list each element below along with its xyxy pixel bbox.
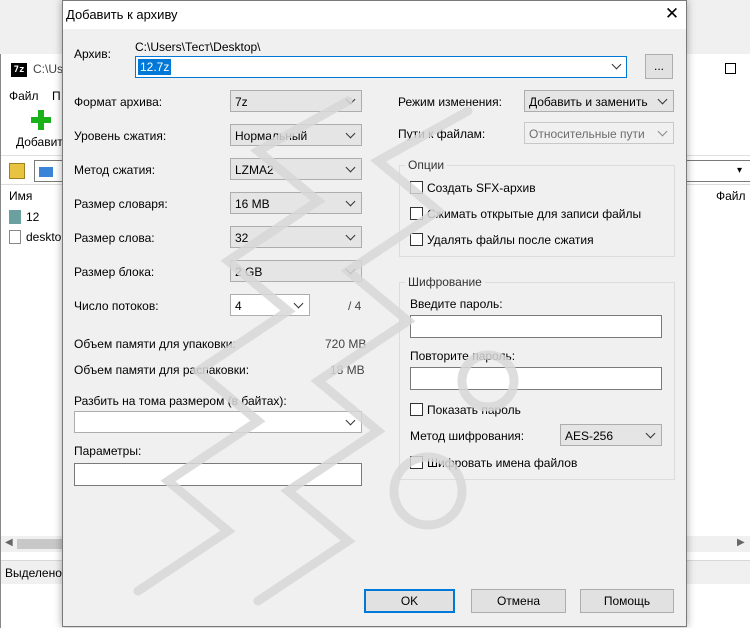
repeat-password-label: Повторите пароль:	[410, 349, 516, 363]
password-input[interactable]	[410, 315, 662, 338]
dialog-title-bar: Добавить к архиву ✕	[63, 1, 686, 29]
archive-path: C:\Users\Тест\Desktop\	[135, 40, 261, 54]
chevron-down-icon	[345, 197, 357, 209]
address-field[interactable]	[34, 160, 64, 182]
compression-level-select[interactable]: Нормальный	[230, 124, 362, 146]
chevron-down-icon	[345, 231, 357, 243]
chevron-down-icon	[657, 127, 669, 139]
dictionary-size-label: Размер словаря:	[74, 197, 168, 211]
scrollbar-thumb[interactable]	[17, 539, 63, 549]
split-volumes-label: Разбить на тома размером (в байтах):	[74, 394, 287, 408]
encrypt-names-checkbox[interactable]	[410, 456, 423, 469]
add-to-archive-dialog: Добавить к архиву ✕ Архив: C:\Users\Тест…	[62, 0, 687, 627]
compression-method-label: Метод сжатия:	[74, 163, 156, 177]
word-size-select[interactable]: 32	[230, 226, 362, 248]
column-file-header[interactable]: Файл	[716, 189, 746, 203]
delete-after-checkbox[interactable]	[410, 233, 423, 246]
encrypt-names-label[interactable]: Шифровать имена файлов	[427, 456, 577, 470]
parameters-input[interactable]	[74, 463, 362, 486]
sfx-label[interactable]: Создать SFX-архив	[427, 181, 536, 195]
encryption-method-select[interactable]: AES-256	[560, 424, 662, 446]
ok-button[interactable]: OK	[364, 589, 455, 613]
format-label: Формат архива:	[74, 95, 163, 109]
chevron-down-icon	[345, 95, 357, 107]
split-volumes-combo[interactable]	[74, 411, 362, 433]
chevron-down-icon: ▾	[737, 165, 743, 176]
archive-label: Архив:	[74, 47, 111, 61]
list-item-name: 12	[26, 210, 40, 224]
update-mode-select[interactable]: Добавить и заменить	[524, 90, 674, 112]
compress-shared-checkbox[interactable]	[410, 207, 423, 220]
dictionary-size-select[interactable]: 16 MB	[230, 192, 362, 214]
chevron-down-icon[interactable]	[345, 416, 357, 428]
maximize-icon[interactable]	[725, 63, 736, 74]
delete-after-label[interactable]: Удалять файлы после сжатия	[427, 233, 594, 247]
menu-file[interactable]: Файл	[9, 89, 39, 103]
address-dropdown[interactable]: ▾	[687, 160, 750, 182]
threads-label: Число потоков:	[74, 299, 159, 313]
format-select[interactable]: 7z	[230, 90, 362, 112]
update-mode-value: Добавить и заменить	[529, 95, 648, 109]
column-name-header[interactable]: Имя	[9, 189, 32, 203]
scroll-right-icon[interactable]: ▶	[737, 537, 745, 548]
scroll-left-icon[interactable]: ◀	[5, 537, 13, 548]
threads-value: 4	[235, 299, 242, 313]
show-password-checkbox[interactable]	[410, 403, 423, 416]
file-icon	[9, 230, 21, 244]
options-group-title: Опции	[405, 158, 448, 172]
add-plus-icon	[31, 110, 51, 130]
compression-level-label: Уровень сжатия:	[74, 129, 167, 143]
encryption-method-value: AES-256	[565, 429, 614, 443]
compression-method-select[interactable]: LZMA2	[230, 158, 362, 180]
chevron-down-icon	[293, 299, 305, 311]
block-size-value: 2 GB	[235, 265, 263, 279]
chevron-down-icon	[645, 429, 657, 441]
status-text: Выделено	[5, 566, 62, 580]
chevron-down-icon[interactable]	[611, 60, 623, 72]
path-mode-select[interactable]: Относительные пути	[524, 122, 674, 144]
compress-shared-label[interactable]: Сжимать открытые для записи файлы	[427, 207, 641, 221]
compression-level-value: Нормальный	[235, 129, 308, 143]
show-password-label[interactable]: Показать пароль	[427, 403, 521, 417]
7zip-app-icon: 7z	[11, 63, 27, 77]
word-size-label: Размер слова:	[74, 231, 155, 245]
chevron-down-icon	[345, 129, 357, 141]
cancel-button[interactable]: Отмена	[471, 589, 566, 613]
path-mode-value: Относительные пути	[529, 127, 645, 141]
path-mode-label: Пути к файлам:	[398, 127, 486, 141]
block-size-label: Размер блока:	[74, 265, 155, 279]
dictionary-size-value: 16 MB	[235, 197, 270, 211]
memory-unpack-value: 18 MB	[330, 363, 365, 377]
repeat-password-input[interactable]	[410, 367, 662, 390]
chevron-down-icon	[345, 265, 357, 277]
memory-pack-value: 720 MB	[325, 337, 367, 351]
word-size-value: 32	[235, 231, 249, 245]
help-button[interactable]: Помощь	[580, 589, 674, 613]
drive-icon	[39, 167, 53, 177]
browse-button[interactable]: ...	[645, 54, 673, 79]
archive-icon	[9, 210, 21, 224]
threads-max: / 4	[348, 299, 362, 313]
menu-edit[interactable]: П	[52, 89, 61, 103]
encryption-method-label: Метод шифрования:	[410, 429, 525, 443]
parameters-label: Параметры:	[74, 444, 142, 458]
compression-method-value: LZMA2	[235, 163, 274, 177]
format-value: 7z	[235, 95, 248, 109]
dialog-title: Добавить к архиву	[66, 7, 178, 22]
close-icon[interactable]: ✕	[661, 3, 683, 25]
encryption-group-title: Шифрование	[405, 275, 485, 289]
sfx-checkbox[interactable]	[410, 181, 423, 194]
archive-name-combo[interactable]: 12.7z	[135, 56, 627, 78]
memory-pack-label: Объем памяти для упаковки:	[74, 337, 236, 351]
folder-up-icon[interactable]	[9, 163, 25, 179]
archive-name-value: 12.7z	[138, 59, 172, 75]
chevron-down-icon	[345, 163, 357, 175]
block-size-select[interactable]: 2 GB	[230, 260, 362, 282]
enter-password-label: Введите пароль:	[410, 297, 503, 311]
update-mode-label: Режим изменения:	[398, 95, 502, 109]
memory-unpack-label: Объем памяти для распаковки:	[74, 363, 250, 377]
chevron-down-icon	[657, 95, 669, 107]
threads-select[interactable]: 4	[230, 294, 310, 316]
